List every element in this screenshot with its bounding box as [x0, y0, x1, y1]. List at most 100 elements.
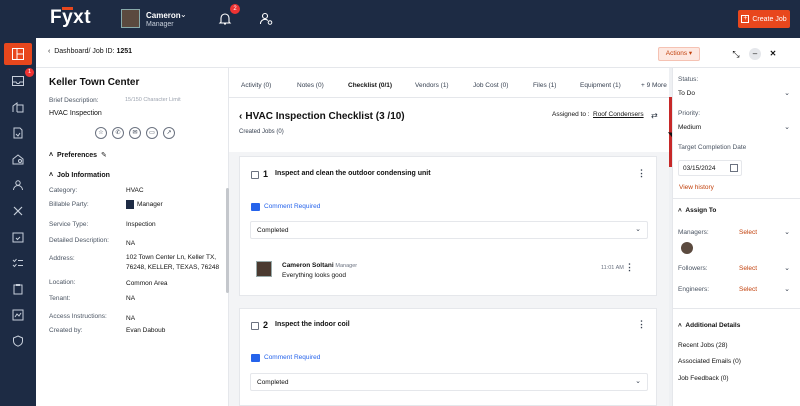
phone-icon[interactable]: ✆	[112, 127, 124, 139]
chevron-down-icon: ⌄	[635, 226, 641, 233]
comment-time: 11:01 AM	[601, 265, 624, 271]
commenter-avatar	[256, 261, 272, 277]
inbox-badge: 1	[25, 68, 34, 77]
chat-icon[interactable]: ▭	[146, 127, 158, 139]
field-value: NA	[126, 315, 136, 322]
breadcrumb-path[interactable]: Dashboard/ Job ID:	[54, 48, 114, 55]
filter-icon[interactable]: ⇄	[651, 111, 658, 120]
additional-details-label: Additional Details	[685, 322, 741, 329]
user-role: Manager	[146, 21, 174, 28]
associated-emails-link[interactable]: Associated Emails (0)	[678, 358, 741, 365]
properties-nav-icon[interactable]	[4, 96, 32, 118]
recent-jobs-link[interactable]: Recent Jobs (28)	[678, 342, 728, 349]
field-label: Access Instructions:	[49, 313, 107, 320]
user-avatar[interactable]	[121, 9, 140, 28]
item-text: Inspect the indoor coil	[275, 321, 350, 328]
preferences-header[interactable]: ˄ Preferences ✎	[49, 151, 107, 159]
dashboard-nav-icon[interactable]	[4, 43, 32, 65]
user-name[interactable]: Cameron	[146, 11, 181, 20]
tab-vendors[interactable]: Vendors (1)	[415, 82, 449, 89]
tab-checklist[interactable]: Checklist (0/1)	[348, 82, 392, 89]
tab-files[interactable]: Files (1)	[533, 82, 556, 89]
field-label: Location:	[49, 279, 76, 286]
brief-description-value[interactable]: HVAC Inspection	[49, 110, 102, 117]
created-jobs: Created Jobs (0)	[239, 129, 284, 135]
comment-options-icon[interactable]: ⋮	[625, 262, 634, 273]
assigned-to-link[interactable]: Roof Condensers	[593, 111, 644, 118]
job-info-header[interactable]: ˄ Job Information	[49, 172, 110, 179]
calendar-icon[interactable]	[730, 164, 738, 172]
preferences-label: Preferences	[56, 152, 98, 159]
create-job-button[interactable]: + Create Job	[738, 10, 790, 28]
more-options-icon[interactable]: ⋮	[637, 168, 646, 179]
calendar-nav-icon[interactable]	[4, 226, 32, 248]
tab-notes[interactable]: Notes (0)	[297, 82, 324, 89]
chevron-down-icon[interactable]: ⌄	[784, 228, 790, 236]
breadcrumb[interactable]: ‹ Dashboard/ Job ID: 1251	[48, 48, 132, 55]
chevron-down-icon[interactable]: ⌄	[784, 89, 790, 97]
email-icon[interactable]: ✉	[129, 127, 141, 139]
followers-select[interactable]: Select	[739, 265, 757, 272]
tab-job-cost[interactable]: Job Cost (0)	[473, 82, 508, 89]
managers-select[interactable]: Select	[739, 229, 757, 236]
tab-equipment[interactable]: Equipment (1)	[580, 82, 621, 89]
share-icon[interactable]: ↗	[163, 127, 175, 139]
view-history-link[interactable]: View history	[679, 184, 714, 191]
manager-avatar[interactable]	[681, 242, 693, 254]
divider	[673, 308, 800, 309]
additional-details-header[interactable]: ˄ Additional Details	[678, 322, 740, 329]
chevron-down-icon[interactable]: ⌄	[180, 10, 187, 19]
chevron-down-icon[interactable]: ⌄	[784, 264, 790, 272]
chevron-down-icon[interactable]: ⌄	[784, 285, 790, 293]
managers-label: Managers:	[678, 229, 709, 236]
plus-icon: +	[741, 15, 750, 23]
documents-nav-icon[interactable]	[4, 122, 32, 144]
chevron-down-icon[interactable]: ⌄	[784, 123, 790, 131]
star-icon[interactable]: ☆	[95, 127, 107, 139]
locations-nav-icon[interactable]	[4, 148, 32, 170]
item-checkbox[interactable]	[251, 171, 259, 179]
minimize-icon[interactable]: –	[749, 48, 761, 60]
tools-nav-icon[interactable]	[4, 200, 32, 222]
close-icon[interactable]: ✕	[767, 48, 779, 60]
shield-icon[interactable]	[4, 330, 32, 352]
top-bar: Fyxt Cameron ⌄ Manager 2 + Create Job	[0, 0, 800, 38]
fyxt-logo[interactable]: Fyxt	[50, 7, 91, 29]
status-select[interactable]: Completed ⌄	[250, 373, 648, 391]
item-checkbox[interactable]	[251, 322, 259, 330]
tab-activity[interactable]: Activity (0)	[241, 82, 271, 89]
checklist-nav-icon[interactable]	[4, 252, 32, 274]
back-chevron-icon[interactable]: ‹	[239, 111, 242, 122]
item-number: 2	[263, 320, 269, 330]
checklist-item: 1 Inspect and clean the outdoor condensi…	[239, 156, 657, 296]
contacts-nav-icon[interactable]	[4, 174, 32, 196]
status-select[interactable]: Completed ⌄	[250, 221, 648, 239]
engineers-select[interactable]: Select	[739, 286, 757, 293]
tab-more[interactable]: + 9 More	[641, 82, 667, 89]
assign-to-header[interactable]: ˄ Assign To	[678, 207, 716, 214]
item-text: Inspect and clean the outdoor condensing…	[275, 170, 431, 177]
reports-nav-icon[interactable]	[4, 304, 32, 326]
inbox-nav-icon[interactable]: 1	[4, 68, 34, 92]
actions-dropdown[interactable]: Actions ▾	[658, 47, 700, 61]
user-settings-icon[interactable]	[259, 12, 273, 26]
priority-dropdown[interactable]: Medium	[678, 124, 701, 131]
side-nav: 1	[0, 38, 36, 406]
comment-text: Everything looks good	[282, 272, 346, 279]
field-value: NA	[126, 240, 136, 247]
collapse-icon[interactable]: ⤡	[730, 48, 742, 60]
edit-icon[interactable]: ✎	[101, 152, 107, 159]
status-label: Status:	[678, 76, 699, 83]
clipboard-nav-icon[interactable]	[4, 278, 32, 300]
checklist-header: ‹ HVAC Inspection Checklist (3 /10) Assig…	[229, 98, 669, 152]
more-options-icon[interactable]: ⋮	[637, 319, 646, 330]
job-feedback-link[interactable]: Job Feedback (0)	[678, 375, 729, 382]
logo-accent	[62, 7, 73, 10]
chevron-up-icon: ˄	[49, 172, 54, 179]
bell-icon[interactable]	[218, 12, 232, 26]
status-dropdown[interactable]: To Do	[678, 90, 695, 97]
comment-icon	[251, 354, 260, 362]
chevron-up-icon: ˄	[49, 152, 54, 159]
back-chevron-icon[interactable]: ‹	[48, 48, 50, 55]
followers-label: Followers:	[678, 265, 708, 272]
